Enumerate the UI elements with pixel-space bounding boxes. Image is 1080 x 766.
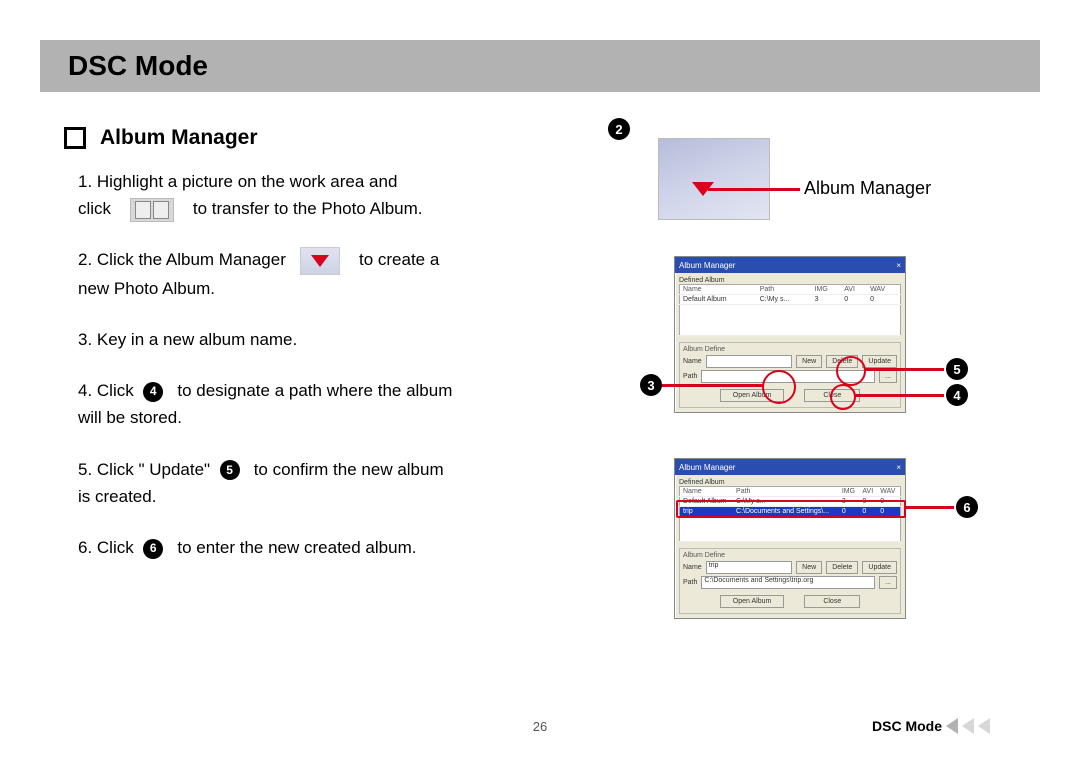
dialog2-name-input[interactable]: trip [706,561,792,574]
dialog2-update-button[interactable]: Update [862,561,897,574]
dialog2-title: Album Manager [679,463,735,472]
section-bullet-icon [64,127,86,149]
callout-4: 4 [946,384,968,406]
callout-5: 5 [946,358,968,380]
callout-3: 3 [640,374,662,396]
table-header: NamePathIMGAVIWAV [680,487,901,497]
page-footer: 26 DSC Mode [0,719,1080,734]
dialog2-titlebar: Album Manager × [675,459,905,475]
highlight-ring-4 [830,384,856,410]
dialog1-defined-album-label: Defined Album [679,277,725,284]
dialog1-name-label: Name [683,358,702,365]
dialog2-close-button[interactable]: Close [804,595,860,608]
callout-line-6 [904,506,954,509]
step-5-text-a: 5. Click " Update" [78,460,210,479]
step-1-text-b: click [78,199,111,218]
step-6: 6. Click 6 to enter the new created albu… [78,534,560,561]
nav-prev-icon-2 [962,718,974,734]
step-2-text-b: to create a [359,250,439,269]
highlight-ring-5 [836,356,866,386]
step-1-text-a: 1. Highlight a picture on the work area … [78,172,397,191]
highlight-box-6 [676,500,906,518]
callout-line [708,188,800,191]
page-title: DSC Mode [68,50,1012,82]
callout-line-5 [864,368,944,371]
section-heading: Album Manager [100,126,258,150]
dialog1-album-define-label: Album Define [683,346,897,353]
album-manager-thumb [658,138,770,220]
footer-mode-text: DSC Mode [872,718,942,734]
dialog2-album-define-label: Album Define [683,552,897,559]
bullet-5-icon: 5 [220,460,240,480]
album-manager-icon [300,247,340,275]
step-2-text-c: new Photo Album. [78,279,215,298]
illustration-column: 2 Album Manager Album Manager × Defined … [588,116,1040,585]
step-2: 2. Click the Album Manager to create a n… [78,246,560,302]
instructions-column: Album Manager 1. Highlight a picture on … [40,116,560,585]
transfer-icon [130,198,174,222]
dialog2-path-input[interactable]: C:\Documents and Settings\trip.org [701,576,875,589]
callout-line-4 [854,394,944,397]
page-title-bar: DSC Mode [40,40,1040,92]
album-manager-label: Album Manager [804,178,931,199]
dialog2-name-label: Name [683,564,702,571]
nav-prev-icon [946,718,958,734]
dialog2-defined-album-label: Defined Album [679,479,725,486]
step-4-text-b: to designate a path where the album [177,381,452,400]
dialog1-name-input[interactable] [706,355,792,368]
nav-prev-icon-3 [978,718,990,734]
dialog2-new-button[interactable]: New [796,561,822,574]
dialog2-delete-button[interactable]: Delete [826,561,858,574]
step-4-text-a: 4. Click [78,381,134,400]
dialog2-open-album-button[interactable]: Open Album [720,595,785,608]
callout-2: 2 [608,118,630,140]
table-header: NamePathIMGAVIWAV [680,285,901,295]
table-row[interactable]: Default AlbumC:\My s...300 [680,295,901,305]
step-4: 4. Click 4 to designate a path where the… [78,377,560,431]
callout-6: 6 [956,496,978,518]
step-5: 5. Click " Update" 5 to confirm the new … [78,456,560,510]
highlight-ring-3 [762,370,796,404]
callout-line-3 [660,384,764,387]
close-icon[interactable]: × [896,463,901,472]
step-6-text-a: 6. Click [78,538,134,557]
step-6-text-b: to enter the new created album. [177,538,416,557]
dialog1-path-label: Path [683,373,697,380]
dialog1-titlebar: Album Manager × [675,257,905,273]
dialog1-browse-button[interactable]: ... [879,370,897,383]
dialog2-browse-button[interactable]: ... [879,576,897,589]
album-manager-dialog-2: Album Manager × Defined Album NamePathIM… [674,458,906,619]
close-icon[interactable]: × [896,261,901,270]
step-4-text-c: will be stored. [78,408,182,427]
bullet-6-icon: 6 [143,539,163,559]
dialog2-path-label: Path [683,579,697,586]
dialog1-update-button[interactable]: Update [862,355,897,368]
step-3: 3. Key in a new album name. [78,326,560,353]
page-number: 26 [533,719,547,734]
dialog1-table: NamePathIMGAVIWAV Default AlbumC:\My s..… [679,284,901,336]
step-2-text-a: 2. Click the Album Manager [78,250,286,269]
bullet-4-icon: 4 [143,382,163,402]
step-5-text-b: to confirm the new album [254,460,444,479]
step-5-text-c: is created. [78,487,156,506]
footer-mode: DSC Mode [872,718,990,734]
dialog1-new-button[interactable]: New [796,355,822,368]
dialog1-title: Album Manager [679,261,735,270]
step-1: 1. Highlight a picture on the work area … [78,168,560,222]
step-3-text: 3. Key in a new album name. [78,330,297,349]
step-1-text-c: to transfer to the Photo Album. [193,199,423,218]
dialog2-album-define: Album Define Name trip New Delete Update… [679,548,901,614]
